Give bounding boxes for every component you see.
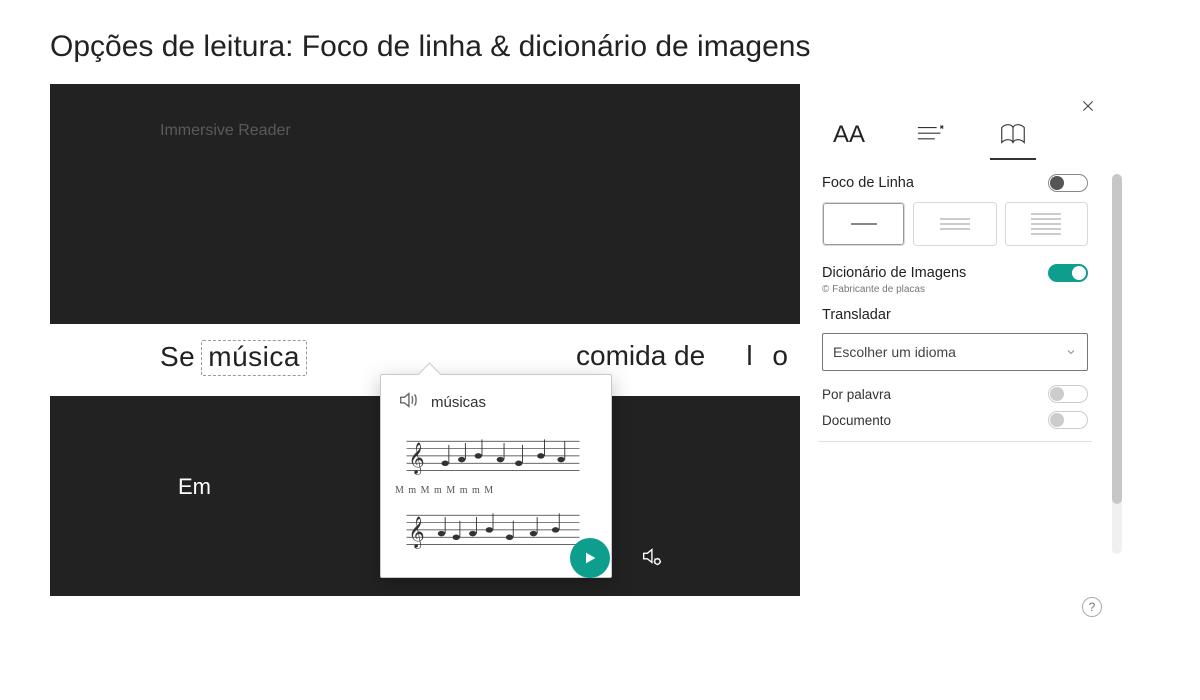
close-icon[interactable] [1074, 92, 1102, 120]
picture-dictionary-row: Dicionário de Imagens [822, 264, 1088, 282]
word-before: Se [160, 341, 195, 373]
dictionary-header: músicas [381, 375, 611, 422]
sidebar-scrollbar[interactable] [1112, 174, 1122, 554]
picture-dictionary-label: Dicionário de Imagens [822, 265, 966, 281]
svg-text:𝄞: 𝄞 [408, 442, 424, 475]
word-right-fragment: l o [746, 340, 794, 372]
by-word-label: Por palavra [822, 387, 891, 402]
scroll-thumb[interactable] [1112, 174, 1122, 504]
tab-text-preferences[interactable]: AA [826, 116, 872, 154]
sidebar-divider [818, 441, 1092, 442]
translate-placeholder: Escolher um idioma [833, 344, 956, 360]
reader-app-label: Immersive Reader [160, 122, 291, 140]
translate-language-select[interactable]: Escolher um idioma [822, 333, 1088, 371]
by-word-toggle[interactable] [1048, 385, 1088, 403]
speaker-icon[interactable] [397, 389, 419, 416]
help-icon[interactable]: ? [1082, 597, 1102, 617]
selected-word[interactable]: música [201, 340, 307, 376]
focus-line-text: Se música [160, 340, 307, 376]
dictionary-word: músicas [431, 394, 486, 411]
focus-five-lines-button[interactable] [1005, 202, 1088, 246]
line-focus-options [822, 202, 1088, 246]
voice-settings-icon[interactable] [640, 545, 662, 572]
reading-options-sidebar: AA Foco de Linha Dicionário de Imagens ©… [800, 84, 1110, 619]
line-focus-toggle[interactable] [1048, 174, 1088, 192]
line-focus-row: Foco de Linha [822, 174, 1088, 192]
sidebar-tabs: AA [826, 116, 1092, 154]
translate-label: Transladar [822, 307, 891, 323]
picture-dictionary-toggle[interactable] [1048, 264, 1088, 282]
focus-three-lines-button[interactable] [913, 202, 996, 246]
document-label: Documento [822, 413, 891, 428]
word-mid: comida de [576, 340, 705, 372]
workspace: Immersive Reader Se música comida de l o… [50, 84, 1110, 644]
translate-row: Transladar [822, 307, 1088, 323]
tab-grammar-options[interactable] [908, 116, 954, 154]
svg-text:𝄞: 𝄞 [408, 516, 424, 549]
picture-dictionary-credit: © Fabricante de placas [822, 284, 1092, 295]
tab-text-aa-label: AA [833, 121, 865, 149]
focus-one-line-button[interactable] [822, 202, 905, 246]
chevron-down-icon [1065, 346, 1077, 358]
play-button[interactable] [570, 538, 610, 578]
by-word-row: Por palavra [822, 385, 1088, 403]
page-title: Opções de leitura: Foco de linha & dicio… [0, 0, 1200, 84]
line-focus-label: Foco de Linha [822, 175, 914, 191]
dictionary-image: 𝄞 M m M m M m m M [393, 426, 599, 554]
document-row: Documento [822, 411, 1088, 429]
tab-reading-preferences[interactable] [990, 116, 1036, 154]
playback-controls [570, 538, 662, 578]
document-toggle[interactable] [1048, 411, 1088, 429]
reader-panel: Immersive Reader Se música comida de l o… [50, 84, 800, 596]
next-line-preview: Em [178, 474, 211, 500]
